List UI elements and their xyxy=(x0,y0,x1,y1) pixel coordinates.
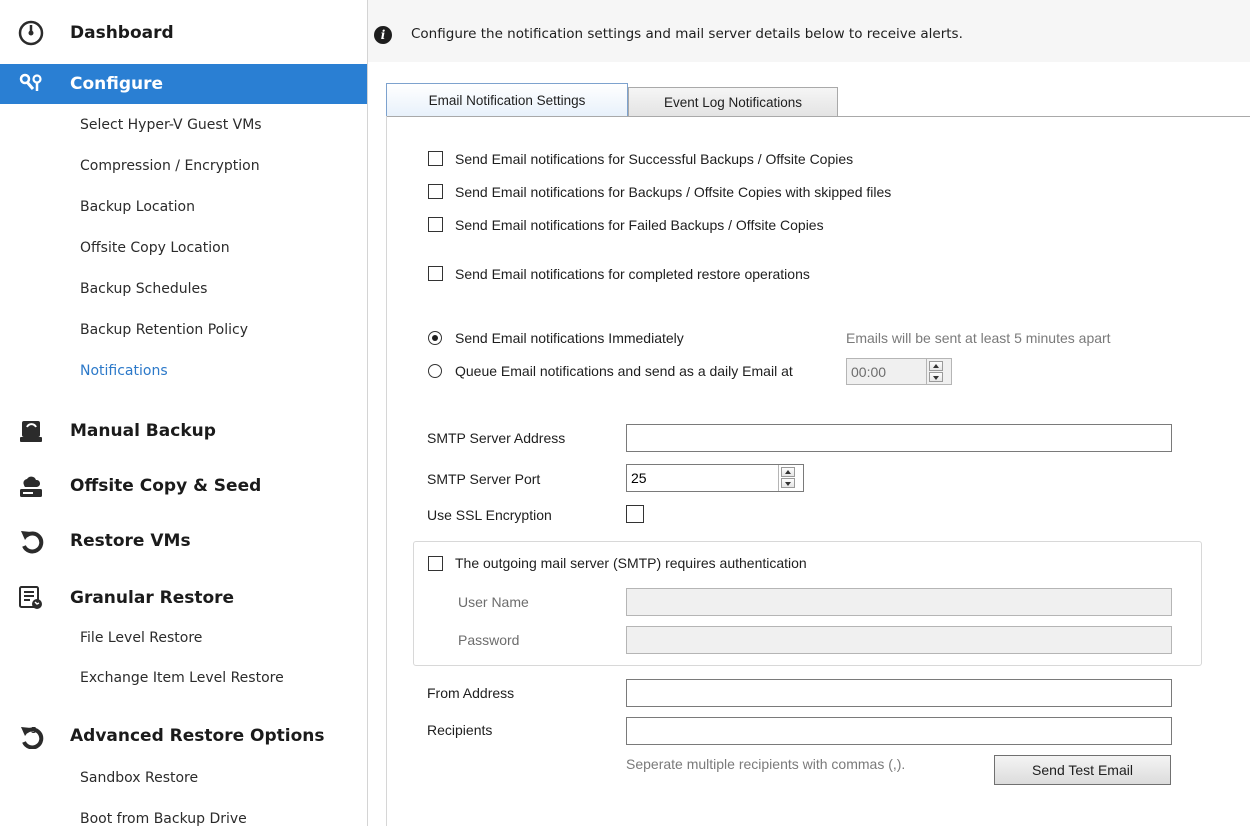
sidebar-section-label: Dashboard xyxy=(70,23,174,43)
sidebar-item-backup-schedules[interactable]: Backup Schedules xyxy=(80,281,207,297)
smtp-address-input[interactable] xyxy=(626,424,1172,452)
configure-tools-icon xyxy=(19,73,42,91)
restore-notify-label: Send Email notifications for completed r… xyxy=(455,266,810,282)
skipped-notify-label: Send Email notifications for Backups / O… xyxy=(455,184,892,200)
spin-down-icon[interactable] xyxy=(929,372,943,382)
send-immediately-hint: Emails will be sent at least 5 minutes a… xyxy=(846,330,1111,346)
sidebar-section-label: Restore VMs xyxy=(70,531,191,551)
ssl-checkbox[interactable] xyxy=(626,505,644,523)
spin-up-icon[interactable] xyxy=(781,467,795,477)
success-notify-label: Send Email notifications for Successful … xyxy=(455,151,854,167)
sidebar-item-file-level-restore[interactable]: File Level Restore xyxy=(80,630,202,646)
advanced-restore-icon: 5 xyxy=(21,726,44,749)
granular-restore-list-icon xyxy=(19,586,42,609)
sidebar-section-label: Granular Restore xyxy=(70,588,235,608)
restore-arrow-icon xyxy=(21,531,44,554)
sidebar-section-label: Offsite Copy & Seed xyxy=(70,476,262,496)
tab-event-log-notifications[interactable]: Event Log Notifications xyxy=(628,87,838,117)
sidebar-item-offsite-location[interactable]: Offsite Copy Location xyxy=(80,240,230,256)
sidebar-section-restore-vms[interactable]: Restore VMs xyxy=(0,521,367,561)
send-immediately-label: Send Email notifications Immediately xyxy=(455,330,684,346)
sidebar-section-dashboard[interactable]: Dashboard xyxy=(0,13,367,53)
sidebar-section-label: Configure xyxy=(70,74,164,94)
recipients-hint: Seperate multiple recipients with commas… xyxy=(626,756,906,772)
sidebar-section-manual-backup[interactable]: Manual Backup xyxy=(0,411,367,451)
sidebar: Dashboard Configure Select Hyper-V Guest… xyxy=(0,0,367,827)
sidebar-section-offsite-copy[interactable]: Offsite Copy & Seed xyxy=(0,466,367,506)
password-input[interactable] xyxy=(626,626,1172,654)
sidebar-section-granular-restore[interactable]: Granular Restore xyxy=(0,578,367,618)
recipients-input[interactable] xyxy=(626,717,1172,745)
daily-time-spinner[interactable] xyxy=(926,359,946,384)
send-immediately-radio[interactable] xyxy=(428,331,442,345)
user-name-label: User Name xyxy=(458,594,529,610)
failed-notify-label: Send Email notifications for Failed Back… xyxy=(455,217,824,233)
sidebar-section-advanced-restore[interactable]: 5 Advanced Restore Options xyxy=(0,716,367,756)
smtp-address-label: SMTP Server Address xyxy=(427,430,566,446)
restore-notify-checkbox[interactable] xyxy=(428,266,443,281)
sidebar-item-notifications[interactable]: Notifications xyxy=(80,363,168,379)
offsite-copy-cloud-drive-icon xyxy=(20,476,42,497)
ssl-label: Use SSL Encryption xyxy=(427,507,552,523)
sidebar-item-retention-policy[interactable]: Backup Retention Policy xyxy=(80,322,248,338)
password-label: Password xyxy=(458,632,520,648)
spin-up-icon[interactable] xyxy=(929,361,943,371)
recipients-label: Recipients xyxy=(427,722,493,738)
sidebar-item-boot-from-backup[interactable]: Boot from Backup Drive xyxy=(80,811,247,827)
dashboard-gauge-icon xyxy=(18,20,44,46)
tab-email-notification-settings[interactable]: Email Notification Settings xyxy=(386,83,628,116)
send-test-email-button[interactable]: Send Test Email xyxy=(994,755,1171,785)
smtp-port-spinner[interactable] xyxy=(778,465,798,491)
manual-backup-drive-icon xyxy=(20,421,42,442)
sidebar-item-select-vms[interactable]: Select Hyper-V Guest VMs xyxy=(80,117,262,133)
svg-text:5: 5 xyxy=(31,726,37,735)
skipped-notify-checkbox[interactable] xyxy=(428,184,443,199)
sidebar-divider xyxy=(367,0,368,826)
queue-daily-radio[interactable] xyxy=(428,364,442,378)
info-text: Configure the notification settings and … xyxy=(411,26,963,42)
sidebar-section-configure[interactable]: Configure xyxy=(0,64,367,104)
tab-panel-left-border xyxy=(386,116,387,826)
sidebar-item-exchange-restore[interactable]: Exchange Item Level Restore xyxy=(80,670,284,686)
sidebar-item-backup-location[interactable]: Backup Location xyxy=(80,199,195,215)
from-address-input[interactable] xyxy=(626,679,1172,707)
sidebar-item-sandbox-restore[interactable]: Sandbox Restore xyxy=(80,770,198,786)
auth-required-checkbox[interactable] xyxy=(428,556,443,571)
sidebar-item-compression[interactable]: Compression / Encryption xyxy=(80,158,260,174)
spin-down-icon[interactable] xyxy=(781,478,795,488)
failed-notify-checkbox[interactable] xyxy=(428,217,443,232)
success-notify-checkbox[interactable] xyxy=(428,151,443,166)
user-name-input[interactable] xyxy=(626,588,1172,616)
smtp-port-label: SMTP Server Port xyxy=(427,471,541,487)
info-icon: i xyxy=(374,26,392,44)
queue-daily-label: Queue Email notifications and send as a … xyxy=(455,363,793,379)
sidebar-section-label: Manual Backup xyxy=(70,421,216,441)
from-address-label: From Address xyxy=(427,685,515,701)
sidebar-section-label: Advanced Restore Options xyxy=(70,726,325,746)
auth-required-label: The outgoing mail server (SMTP) requires… xyxy=(455,555,807,571)
